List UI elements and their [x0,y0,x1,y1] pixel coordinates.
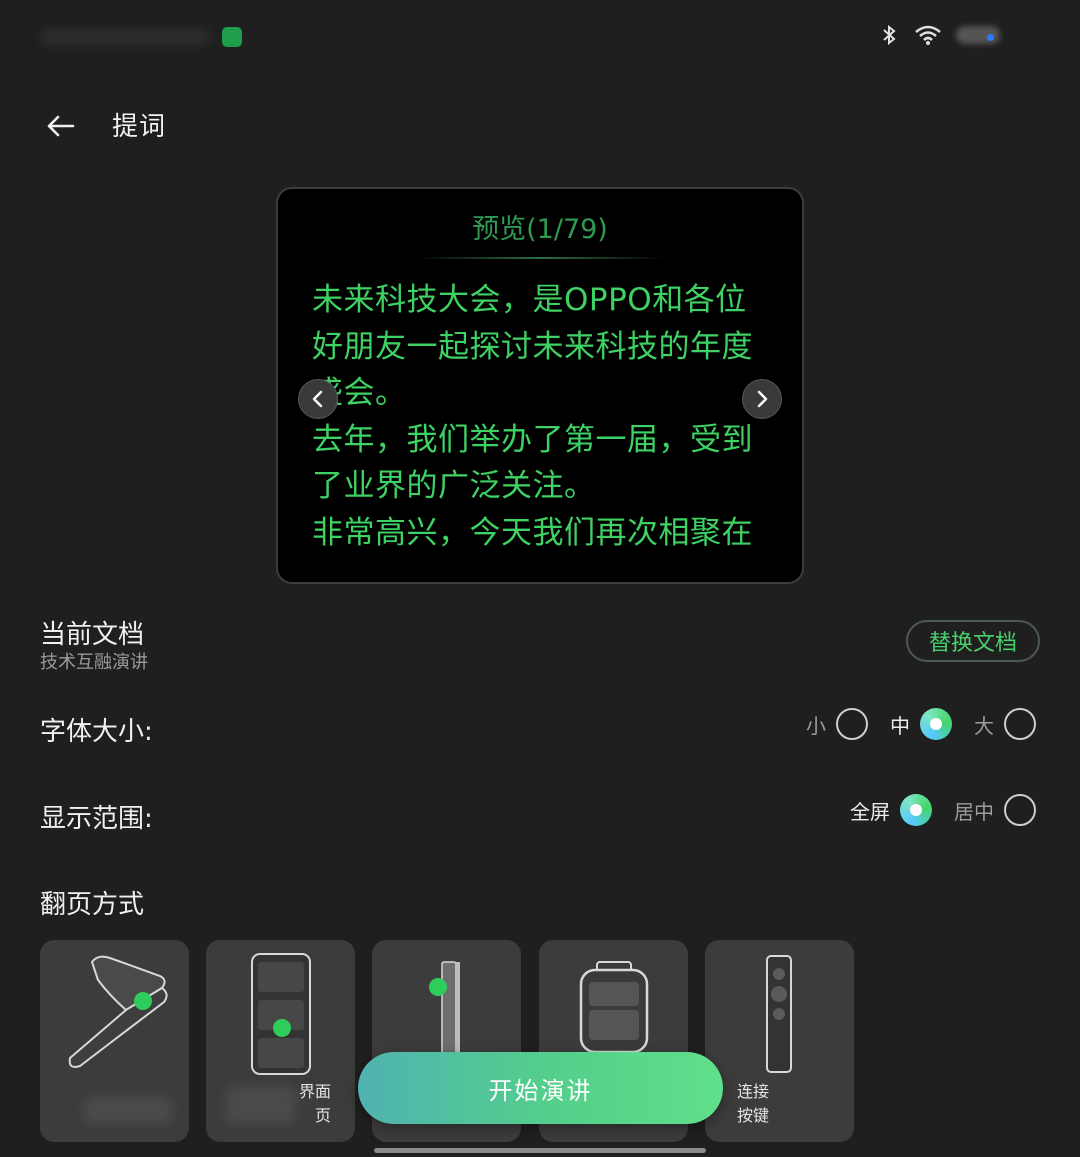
display-range-fullscreen-option[interactable]: 全屏 [850,794,932,826]
preview-divider [416,257,666,259]
preview-card: 预览(1/79) 未来科技大会，是OPPO和各位 好朋友一起探讨未来科技的年度 … [276,187,804,584]
radio-button[interactable] [836,708,868,740]
font-size-large-option[interactable]: 大 [974,708,1036,740]
replace-doc-button[interactable]: 替换文档 [906,620,1040,662]
wifi-icon [915,25,941,45]
page-turn-label: 翻页方式 [40,890,145,920]
preview-title: 预览(1/79) [472,214,608,245]
radio-button[interactable] [1004,708,1036,740]
page-title: 提词 [112,112,167,142]
font-size-label: 字体大小: [40,717,153,747]
radio-button-selected[interactable] [900,794,932,826]
radio-label: 小 [806,713,826,738]
home-indicator[interactable] [374,1148,706,1153]
app-badge-icon [222,27,242,47]
radio-label: 中 [890,713,910,738]
radio-button[interactable] [1004,794,1036,826]
status-bar-blurred-info [40,28,210,46]
app-header: 提词 [0,96,1080,156]
start-speech-button[interactable]: 开始演讲 [358,1052,723,1124]
back-button[interactable] [36,102,84,150]
page-turn-option-flip[interactable] [40,940,189,1142]
radio-label: 全屏 [850,799,890,824]
remote-clicker-icon [766,955,792,1073]
arrow-left-icon [47,115,75,137]
status-icons [878,24,1000,46]
bluetooth-icon [883,24,896,46]
current-doc-label: 当前文档 [40,620,145,650]
font-size-medium-option[interactable]: 中 [890,708,952,740]
previous-page-button[interactable] [298,379,338,419]
page-turn-card-label: 连接 按键 [737,1082,770,1125]
chevron-left-icon [312,390,323,408]
page-turn-card-label: 界面 页 [298,1082,331,1125]
preview-text: 未来科技大会，是OPPO和各位 好朋友一起探讨未来科技的年度 盛会。 去年，我们… [312,282,753,551]
status-bar [0,0,1080,76]
phone-screen-icon [251,953,311,1075]
display-range-center-option[interactable]: 居中 [954,794,1036,826]
font-size-small-option[interactable]: 小 [806,708,868,740]
page-turn-option-remote[interactable]: 连接 按键 [705,940,854,1142]
display-range-options: 全屏 居中 [850,794,1036,826]
radio-label: 大 [974,713,994,738]
teleprompter-screen: 提词 预览(1/79) 未来科技大会，是OPPO和各位 好朋友一起探讨未来科技的… [0,0,1080,1157]
display-range-label: 显示范围: [40,804,153,834]
chevron-right-icon [757,390,768,408]
next-page-button[interactable] [742,379,782,419]
current-doc-name: 技术互融演讲 [40,652,148,673]
flip-phone-icon [68,955,168,1068]
blurred-label [84,1096,172,1124]
font-size-options: 小 中 大 [806,708,1036,740]
radio-button-selected[interactable] [920,708,952,740]
status-indicator-dot [987,34,994,41]
radio-label: 居中 [954,799,994,824]
page-turn-option-screen[interactable]: 界面 页 [206,940,355,1142]
